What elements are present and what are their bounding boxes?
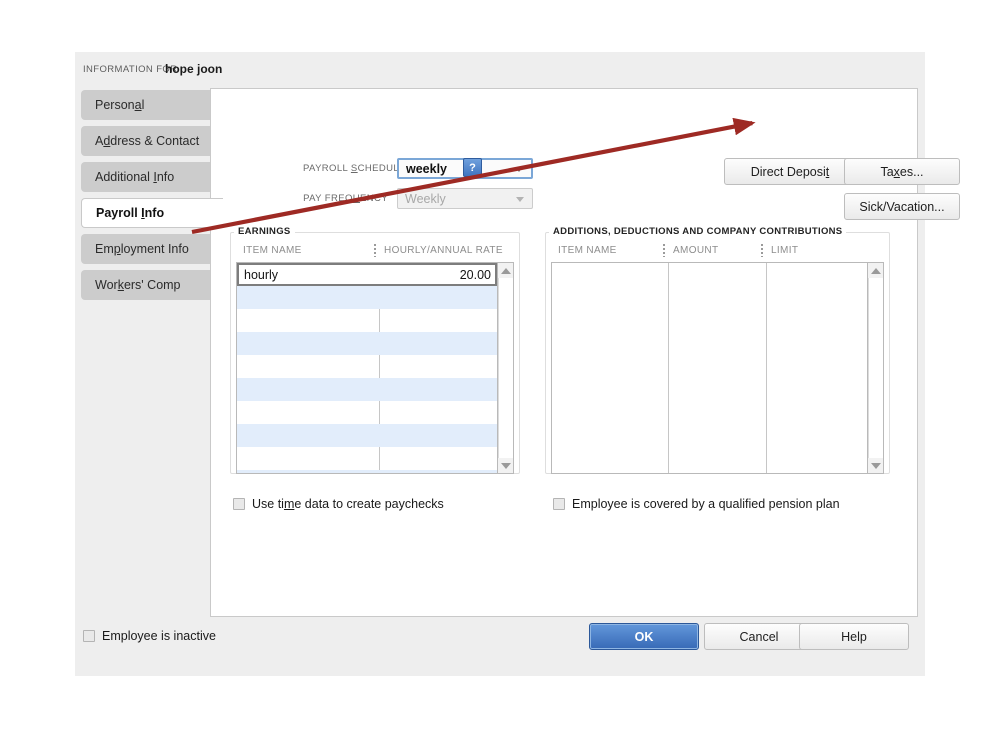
tab-label-workers-comp: Workers' Comp [95, 278, 181, 292]
tab-label-personal: Personal [95, 98, 145, 112]
earnings-cell-item-name: hourly [244, 267, 279, 282]
additions-col-amount: AMOUNT [673, 245, 719, 256]
employee-inactive-checkbox[interactable]: Employee is inactive [83, 629, 216, 643]
table-row[interactable]: hourly 20.00 [237, 263, 497, 286]
additions-grid[interactable] [551, 262, 868, 474]
additions-column-line [766, 263, 767, 473]
earnings-scrollbar[interactable] [498, 262, 514, 474]
help-button[interactable]: Help [799, 623, 909, 650]
additions-col-item-name: ITEM NAME [558, 245, 617, 256]
chevron-down-icon [515, 166, 523, 172]
sick-vacation-button[interactable]: Sick/Vacation... [844, 193, 960, 220]
checkbox-icon[interactable] [83, 630, 95, 642]
pension-plan-checkbox[interactable]: Employee is covered by a qualified pensi… [553, 497, 840, 511]
earnings-column-headers: ITEM NAME HOURLY/ANNUAL RATE [236, 242, 514, 262]
sidebar-item-employment-info[interactable]: Employment Info [81, 234, 216, 264]
cancel-button[interactable]: Cancel [704, 623, 814, 650]
information-for-label: INFORMATION FOR [83, 64, 178, 75]
scroll-up-icon[interactable] [868, 263, 883, 278]
pension-plan-label: Employee is covered by a qualified pensi… [572, 497, 840, 511]
table-row[interactable] [237, 355, 497, 378]
table-row[interactable] [237, 424, 497, 447]
earnings-col-rate: HOURLY/ANNUAL RATE [384, 245, 503, 256]
scroll-down-icon[interactable] [498, 458, 513, 473]
ok-button[interactable]: OK [589, 623, 699, 650]
earnings-title: EARNINGS [234, 226, 295, 237]
chevron-down-icon [516, 196, 524, 202]
screen: INFORMATION FOR hope joon Personal Addre… [0, 0, 999, 749]
earnings-group: EARNINGS ITEM NAME HOURLY/ANNUAL RATE ho… [230, 226, 520, 474]
scroll-down-icon[interactable] [868, 458, 883, 473]
cancel-label: Cancel [739, 629, 779, 644]
use-time-data-label: Use time data to create paychecks [252, 497, 444, 511]
information-for-bar: INFORMATION FOR hope joon [75, 52, 925, 88]
employee-inactive-label: Employee is inactive [102, 629, 216, 643]
table-row[interactable] [237, 401, 497, 424]
checkbox-icon[interactable] [553, 498, 565, 510]
column-divider-icon[interactable] [663, 244, 665, 257]
checkbox-icon[interactable] [233, 498, 245, 510]
employee-dialog: INFORMATION FOR hope joon Personal Addre… [75, 52, 960, 676]
scroll-up-icon[interactable] [498, 263, 513, 278]
payroll-schedule-label: PAYROLL SCHEDULE [303, 163, 406, 174]
table-row[interactable] [237, 332, 497, 355]
pay-frequency-label: PAY FREQUENCY [303, 193, 388, 204]
table-row[interactable] [237, 378, 497, 401]
sick-vacation-label: Sick/Vacation... [859, 199, 945, 214]
table-row[interactable] [237, 447, 497, 470]
employee-name: hope joon [165, 62, 223, 76]
tab-label-employment-info: Employment Info [95, 242, 189, 256]
help-label: Help [841, 629, 867, 644]
tab-label-additional-info: Additional Info [95, 170, 175, 184]
direct-deposit-button[interactable]: Direct Deposit [724, 158, 856, 185]
sidebar-item-personal[interactable]: Personal [81, 90, 216, 120]
sidebar-item-payroll-info[interactable]: Payroll Info [81, 198, 223, 228]
ok-label: OK [634, 629, 654, 644]
table-row[interactable] [237, 470, 497, 473]
table-row[interactable] [237, 286, 497, 309]
table-row[interactable] [237, 309, 497, 332]
direct-deposit-label: Direct Deposit [750, 164, 830, 179]
additions-column-headers: ITEM NAME AMOUNT LIMIT [551, 242, 884, 262]
column-divider-icon[interactable] [761, 244, 763, 257]
column-divider-icon[interactable] [374, 244, 376, 257]
taxes-label: Taxes... [880, 164, 924, 179]
earnings-cell-rate: 20.00 [459, 267, 491, 282]
earnings-grid[interactable]: hourly 20.00 [236, 262, 498, 474]
additions-column-line [668, 263, 669, 473]
additions-scroll-track[interactable] [868, 278, 883, 458]
pay-frequency-value: Weekly [405, 191, 446, 206]
pay-frequency-select[interactable]: Weekly [397, 188, 533, 209]
payroll-schedule-row: PAYROLL SCHEDULE weekly [303, 158, 533, 179]
pay-frequency-row: PAY FREQUENCY Weekly [303, 188, 533, 209]
use-time-data-checkbox[interactable]: Use time data to create paychecks [233, 497, 444, 511]
additions-scrollbar[interactable] [868, 262, 884, 474]
tab-label-payroll-info: Payroll Info [96, 206, 165, 220]
additions-title: ADDITIONS, DEDUCTIONS AND COMPANY CONTRI… [549, 226, 847, 237]
taxes-button[interactable]: Taxes... [844, 158, 960, 185]
sidebar-item-address-contact[interactable]: Address & Contact [81, 126, 216, 156]
additions-col-limit: LIMIT [771, 245, 799, 256]
additions-group: ADDITIONS, DEDUCTIONS AND COMPANY CONTRI… [545, 226, 890, 474]
earnings-col-item-name: ITEM NAME [243, 245, 302, 256]
payroll-schedule-value: weekly [406, 161, 448, 176]
tab-label-address-contact: Address & Contact [95, 134, 200, 148]
earnings-scroll-track[interactable] [498, 278, 513, 458]
help-icon[interactable]: ? [463, 158, 482, 177]
tab-strip: Personal Address & Contact Additional In… [81, 90, 223, 306]
sidebar-item-additional-info[interactable]: Additional Info [81, 162, 216, 192]
sidebar-item-workers-comp[interactable]: Workers' Comp [81, 270, 216, 300]
